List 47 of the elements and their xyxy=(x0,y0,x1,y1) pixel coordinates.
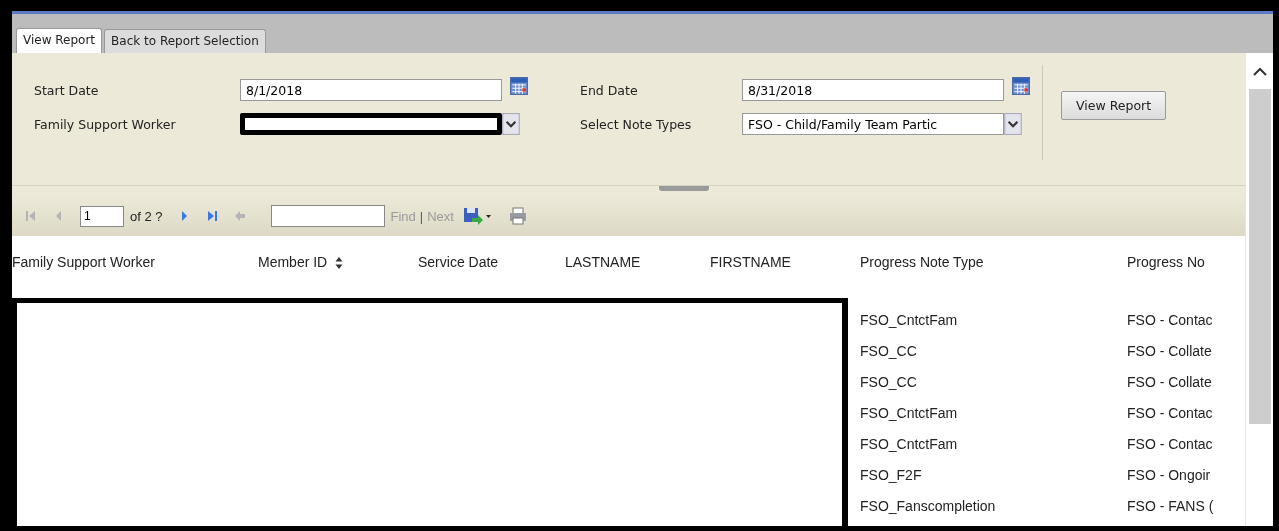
page-count: of 2 ? xyxy=(130,208,163,224)
column-header[interactable]: Progress Note Type xyxy=(854,254,984,270)
calendar-icon[interactable] xyxy=(1012,77,1030,95)
table-cell-text: FSO - Collate xyxy=(1126,342,1213,359)
note-types-select[interactable]: FSO - Child/Family Team Partic xyxy=(742,113,1004,135)
field-label: Family Support Worker xyxy=(34,116,177,132)
collapse-handle[interactable] xyxy=(658,186,709,191)
calendar-icon[interactable] xyxy=(510,77,528,95)
page-number-field[interactable]: 1 xyxy=(80,205,124,227)
field-label: Select Note Types xyxy=(580,116,693,132)
scroll-up-icon[interactable] xyxy=(1252,67,1267,77)
printer-icon[interactable] xyxy=(507,206,528,226)
table-cell-text: FSO_F2F xyxy=(859,466,923,483)
tab[interactable]: Back to Report Selection xyxy=(104,29,266,53)
column-header[interactable]: FIRSTNAME xyxy=(704,254,791,270)
table-cell-text: FSO - Ongoir xyxy=(1126,466,1212,483)
table-cell-text: FSO_CntctFam xyxy=(859,404,959,421)
table-cell-text: FSO - Contac xyxy=(1126,435,1214,452)
sort-icon[interactable] xyxy=(335,257,344,269)
column-header[interactable]: Progress No xyxy=(1121,254,1205,270)
column-header[interactable]: Service Date xyxy=(412,254,499,270)
field-label: End Date xyxy=(580,82,639,98)
worker-select[interactable] xyxy=(240,113,502,135)
table-cell-text: FSO - FANS ( xyxy=(1126,497,1215,514)
column-header[interactable]: Member ID xyxy=(252,254,344,270)
view-report-button[interactable]: View Report xyxy=(1061,91,1167,120)
table-cell-text: FSO_CC xyxy=(859,373,918,390)
field-label: Start Date xyxy=(34,82,100,98)
table-cell-text: FSO_CntctFam xyxy=(859,311,959,328)
scrollbar[interactable] xyxy=(1245,53,1273,526)
separator: | xyxy=(419,208,424,224)
scroll-thumb[interactable] xyxy=(1248,89,1271,424)
table-cell-text: FSO_Fanscompletion xyxy=(859,497,997,514)
save-icon[interactable] xyxy=(461,206,492,226)
table-cell-text: FSO - Contac xyxy=(1126,311,1214,328)
table-cell-text: FSO_CC xyxy=(859,342,918,359)
column-header[interactable]: LASTNAME xyxy=(559,254,641,270)
find-field[interactable] xyxy=(270,205,385,227)
table-cell-text: FSO_CntctFam xyxy=(859,435,959,452)
date-field[interactable]: 8/1/2018 xyxy=(240,79,502,101)
date-field[interactable]: 8/31/2018 xyxy=(742,79,1004,101)
tab[interactable]: View Report xyxy=(16,28,103,53)
column-header[interactable]: Family Support Worker xyxy=(12,254,155,270)
dropdown-icon[interactable] xyxy=(502,113,520,135)
dropdown-icon[interactable] xyxy=(1004,113,1022,135)
table-cell-text: FSO - Collate xyxy=(1126,373,1213,390)
table-cell-text: FSO - Contac xyxy=(1126,404,1214,421)
